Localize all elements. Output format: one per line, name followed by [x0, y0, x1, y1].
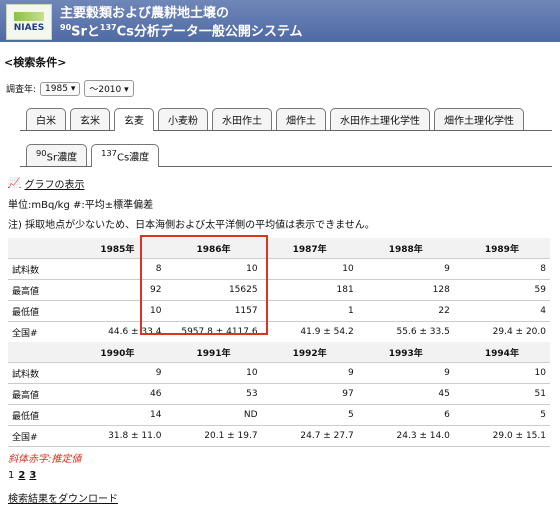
highlight-box-1986	[140, 235, 268, 335]
title-line1: 主要穀類および農耕地土壌の	[60, 6, 230, 21]
niaes-logo: NIAES	[6, 4, 52, 40]
year-header: 1987年	[261, 238, 358, 259]
value-cell: 8	[453, 258, 550, 280]
tab-sample-6[interactable]: 水田作土理化学性	[330, 108, 430, 130]
value-cell: 59	[453, 279, 550, 301]
year-header: 1991年	[165, 342, 262, 363]
estimate-note: 斜体赤字:推定値	[8, 454, 82, 465]
value-cell: 31.8 ± 11.0	[69, 425, 166, 447]
unit-text: 単位:mBq/kg #:平均±標準偏差	[8, 200, 154, 211]
value-cell: 55.6 ± 33.5	[357, 321, 454, 343]
corner-cell	[8, 342, 70, 363]
value-cell: 29.4 ± 20.0	[453, 321, 550, 343]
table-row: 最低値 14 ND 5 6 5	[8, 404, 550, 426]
search-conditions-heading: <検索条件>	[4, 56, 67, 69]
value-cell: 14	[69, 404, 166, 426]
value-cell: 46	[69, 383, 166, 405]
year-header: 1992年	[261, 342, 358, 363]
row-label: 最低値	[8, 300, 70, 322]
value-cell: 24.7 ± 27.7	[261, 425, 358, 447]
table-row: 最低値 10 1157 1 22 4	[8, 300, 550, 322]
to-year-select[interactable]: 〜2010 ▾	[84, 80, 134, 97]
value-cell: 24.3 ± 14.0	[357, 425, 454, 447]
logo-text: NIAES	[13, 22, 45, 33]
table-row: 全国# 31.8 ± 11.0 20.1 ± 19.7 24.7 ± 27.7 24.3…	[8, 425, 550, 447]
page-link-3[interactable]: 3	[29, 470, 36, 481]
title-line2: 90Srと137Cs分析データ一般公開システム	[60, 23, 303, 40]
leaf-icon	[14, 11, 44, 21]
value-cell: 51	[453, 383, 550, 405]
page-link-2[interactable]: 2	[18, 470, 25, 481]
value-cell: 10	[453, 362, 550, 384]
tab-sample-5[interactable]: 畑作土	[276, 108, 326, 130]
note-text: 注) 採取地点が少ないため、日本海側および太平洋側の平均値は表示できません。	[8, 220, 375, 231]
value-cell: 10	[165, 362, 262, 384]
row-label: 全国#	[8, 425, 70, 447]
download-link[interactable]: 検索結果をダウンロード	[8, 490, 118, 505]
year-header: 1993年	[357, 342, 454, 363]
app-header: NIAES 主要穀類および農耕地土壌の 90Srと137Cs分析データ一般公開シ…	[0, 0, 560, 42]
sample-tabs: 白米 玄米 玄麦 小麦粉 水田作土 畑作土 水田作土理化学性 畑作土理化学性	[20, 108, 552, 131]
row-label: 最高値	[8, 383, 70, 405]
corner-cell	[8, 238, 70, 259]
year-header: 1989年	[453, 238, 550, 259]
tab-sample-7[interactable]: 畑作土理化学性	[434, 108, 524, 130]
from-year-select[interactable]: 1985 ▾	[40, 81, 81, 96]
value-cell: 10	[261, 258, 358, 280]
tab-cs137[interactable]: 137Cs濃度	[91, 144, 160, 168]
table-row: 最高値 92 15625 181 128 59	[8, 279, 550, 301]
tab-sr90[interactable]: 90Sr濃度	[26, 144, 88, 167]
value-cell: 53	[165, 383, 262, 405]
value-cell: 181	[261, 279, 358, 301]
value-cell: 5	[453, 404, 550, 426]
row-label: 最低値	[8, 404, 70, 426]
tab-sample-4[interactable]: 水田作土	[212, 108, 272, 130]
value-cell: 45	[357, 383, 454, 405]
value-cell: 128	[357, 279, 454, 301]
tab-sample-0[interactable]: 白米	[26, 108, 66, 130]
year-label: 調査年:	[6, 85, 37, 95]
tab-sample-3[interactable]: 小麦粉	[158, 108, 208, 130]
row-label: 試料数	[8, 362, 70, 384]
nuclide-tabs: 90Sr濃度 137Cs濃度	[20, 144, 552, 168]
table-row: 試料数 9 10 9 9 10	[8, 362, 550, 384]
value-cell: 97	[261, 383, 358, 405]
results-table-1: 1985年 1986年 1987年 1988年 1989年 試料数 8 10 10 9 8 最高値 92…	[8, 238, 550, 343]
value-cell: 5	[261, 404, 358, 426]
value-cell: 9	[69, 362, 166, 384]
row-label: 全国#	[8, 321, 70, 343]
value-cell: 29.0 ± 15.1	[453, 425, 550, 447]
page-link-1: 1	[8, 470, 15, 481]
graph-link[interactable]: 📈 グラフの表示	[8, 176, 84, 191]
chart-icon: 📈	[8, 178, 21, 189]
year-header: 1994年	[453, 342, 550, 363]
tab-sample-2[interactable]: 玄麦	[114, 108, 154, 131]
page-title: 主要穀類および農耕地土壌の 90Srと137Cs分析データ一般公開システム	[60, 7, 303, 39]
value-cell: 9	[261, 362, 358, 384]
value-cell: 9	[357, 362, 454, 384]
value-cell: ND	[165, 404, 262, 426]
value-cell: 22	[357, 300, 454, 322]
value-cell: 20.1 ± 19.7	[165, 425, 262, 447]
value-cell: 4	[453, 300, 550, 322]
year-header: 1988年	[357, 238, 454, 259]
table-row: 試料数 8 10 10 9 8	[8, 258, 550, 280]
value-cell: 41.9 ± 54.2	[261, 321, 358, 343]
value-cell: 6	[357, 404, 454, 426]
year-range: 調査年: 1985 ▾ 〜2010 ▾	[6, 80, 134, 97]
pagination: 123	[8, 470, 40, 481]
value-cell: 1	[261, 300, 358, 322]
results-table-2: 1990年 1991年 1992年 1993年 1994年 試料数 9 10 9 9 10 最高値 46…	[8, 342, 550, 447]
year-header: 1990年	[69, 342, 166, 363]
row-label: 最高値	[8, 279, 70, 301]
table-row: 全国# 44.6 ± 33.4 5957.8 ± 4117.6 41.9 ± 54.2…	[8, 321, 550, 343]
table-row: 最高値 46 53 97 45 51	[8, 383, 550, 405]
value-cell: 9	[357, 258, 454, 280]
tab-sample-1[interactable]: 玄米	[70, 108, 110, 130]
row-label: 試料数	[8, 258, 70, 280]
